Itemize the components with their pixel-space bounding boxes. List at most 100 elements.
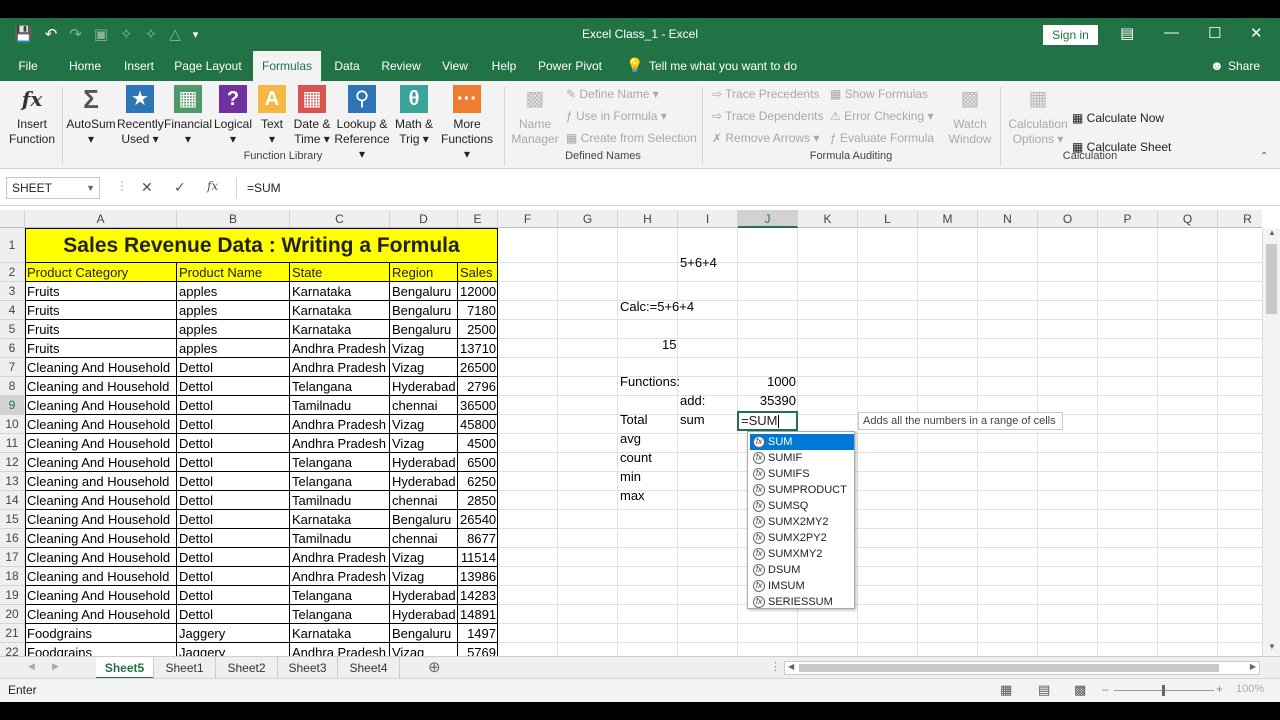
row-header-19[interactable]: 19 [0, 586, 25, 605]
table-cell[interactable]: Fruits [25, 302, 177, 320]
table-cell[interactable]: Cleaning And Household [25, 587, 177, 605]
table-header-cell[interactable]: Product Name [177, 263, 290, 282]
tab-home[interactable]: Home [62, 51, 108, 81]
row-header-2[interactable]: 2 [0, 263, 25, 282]
zoom-out-icon[interactable]: – [1102, 682, 1109, 696]
table-cell[interactable]: 26540 [458, 511, 498, 529]
row-header-6[interactable]: 6 [0, 339, 25, 358]
table-cell[interactable]: Hyderabad [390, 473, 458, 491]
autocomplete-item-imsum[interactable]: fx IMSUM [750, 578, 854, 594]
cell-h11[interactable]: count [618, 450, 654, 465]
tab-review[interactable]: Review [378, 51, 424, 81]
table-cell[interactable]: Jaggery [177, 625, 290, 643]
table-cell[interactable]: Cleaning and Household [25, 378, 177, 396]
autocomplete-item-sumif[interactable]: fx SUMIF [750, 450, 854, 466]
column-header-f[interactable]: F [498, 210, 558, 228]
tab-view[interactable]: View [437, 51, 473, 81]
sheet-tab-sheet1[interactable]: Sheet1 [154, 657, 216, 679]
create-from-selection-button[interactable]: ▦ Create from Selection [566, 131, 697, 145]
cell-i1[interactable]: 5+6+4 [678, 255, 719, 270]
row-header-13[interactable]: 13 [0, 472, 25, 491]
table-cell[interactable]: Hyderabad [390, 454, 458, 472]
table-cell[interactable]: Dettol [177, 492, 290, 510]
logical-button[interactable]: ? Logical ▾ [212, 85, 254, 147]
watch-window-button[interactable]: ▩ Watch Window [944, 85, 996, 147]
table-cell[interactable]: Cleaning And Household [25, 606, 177, 624]
table-cell[interactable]: Bengaluru [390, 283, 458, 301]
table-cell[interactable]: Bengaluru [390, 321, 458, 339]
table-cell[interactable]: Dettol [177, 378, 290, 396]
row-header-16[interactable]: 16 [0, 529, 25, 548]
horizontal-scrollbar[interactable]: ◀ ▶ [784, 661, 1260, 675]
new-sheet-icon[interactable]: ⊕ [428, 658, 441, 676]
table-cell[interactable]: Vizag [390, 568, 458, 586]
table-cell[interactable]: Vizag [390, 549, 458, 567]
insert-function-button[interactable]: fx Insert Function [8, 85, 56, 147]
table-cell[interactable]: Andhra Pradesh [290, 435, 390, 453]
table-cell[interactable]: Fruits [25, 340, 177, 358]
recently-used-button[interactable]: ★ Recently Used ▾ [117, 85, 164, 147]
table-cell[interactable]: apples [177, 302, 290, 320]
cell-i9[interactable]: sum [678, 412, 707, 427]
row-header-5[interactable]: 5 [0, 320, 25, 339]
page-break-view-icon[interactable]: ▩ [1074, 682, 1086, 698]
scroll-down-icon[interactable]: ▼ [1268, 642, 1276, 651]
table-cell[interactable]: chennai [390, 492, 458, 510]
error-checking-button[interactable]: ⚠ Error Checking ▾ [830, 109, 933, 123]
table-cell[interactable]: 8677 [458, 530, 498, 548]
column-header-d[interactable]: D [390, 210, 458, 228]
sheet-tab-sheet5[interactable]: Sheet5 [96, 657, 154, 679]
table-cell[interactable]: Foodgrains [25, 625, 177, 643]
table-cell[interactable]: 2500 [458, 321, 498, 339]
table-cell[interactable]: Dettol [177, 454, 290, 472]
table-cell[interactable]: Fruits [25, 321, 177, 339]
table-cell[interactable]: Telangana [290, 378, 390, 396]
table-cell[interactable]: Tamilnadu [290, 530, 390, 548]
collapse-ribbon-icon[interactable]: ⌃ [1260, 151, 1268, 162]
table-cell[interactable]: Dettol [177, 435, 290, 453]
table-cell[interactable]: 14891 [458, 606, 498, 624]
row-header-20[interactable]: 20 [0, 605, 25, 624]
table-cell[interactable]: 11514 [458, 549, 498, 567]
table-cell[interactable]: Vizag [390, 644, 458, 656]
table-cell[interactable]: Cleaning And Household [25, 511, 177, 529]
horizontal-scroll-thumb[interactable] [799, 664, 1219, 672]
sheet-tab-sheet2[interactable]: Sheet2 [216, 657, 278, 679]
ribbon-display-icon[interactable]: ▤ [1120, 24, 1134, 42]
column-header-a[interactable]: A [25, 210, 177, 228]
row-header-3[interactable]: 3 [0, 282, 25, 301]
sign-in-button[interactable]: Sign in [1043, 25, 1098, 45]
table-cell[interactable]: apples [177, 283, 290, 301]
table-cell[interactable]: Telangana [290, 587, 390, 605]
table-cell[interactable]: 26500 [458, 359, 498, 377]
tab-data[interactable]: Data [330, 51, 364, 81]
table-cell[interactable]: 13986 [458, 568, 498, 586]
cell-h5[interactable]: 15 [660, 337, 678, 352]
table-cell[interactable]: Jaggery [177, 644, 290, 656]
name-box[interactable]: SHEET ▼ [6, 177, 100, 199]
table-cell[interactable]: apples [177, 321, 290, 339]
table-cell[interactable]: Tamilnadu [290, 492, 390, 510]
cell-h12[interactable]: min [618, 469, 643, 484]
table-cell[interactable]: 45800 [458, 416, 498, 434]
tab-page-layout[interactable]: Page Layout [170, 51, 246, 81]
table-cell[interactable]: Cleaning And Household [25, 549, 177, 567]
table-cell[interactable]: Tamilnadu [290, 397, 390, 415]
insert-function-icon[interactable]: fx [207, 179, 218, 193]
table-cell[interactable]: 14283 [458, 587, 498, 605]
row-header-21[interactable]: 21 [0, 624, 25, 643]
tab-formulas[interactable]: Formulas [253, 51, 321, 81]
table-cell[interactable]: Vizag [390, 435, 458, 453]
cancel-icon[interactable]: ✕ [141, 179, 153, 196]
table-cell[interactable]: Hyderabad [390, 606, 458, 624]
table-cell[interactable]: Telangana [290, 454, 390, 472]
table-cell[interactable]: apples [177, 340, 290, 358]
table-cell[interactable]: Cleaning And Household [25, 359, 177, 377]
table-cell[interactable]: Dettol [177, 568, 290, 586]
tab-split-icon[interactable]: ⋮ [770, 660, 781, 673]
sheet-tab-sheet4[interactable]: Sheet4 [338, 657, 400, 679]
column-header-m[interactable]: M [918, 210, 978, 228]
table-cell[interactable]: Cleaning And Household [25, 454, 177, 472]
table-cell[interactable]: Dettol [177, 359, 290, 377]
table-cell[interactable]: Karnataka [290, 511, 390, 529]
